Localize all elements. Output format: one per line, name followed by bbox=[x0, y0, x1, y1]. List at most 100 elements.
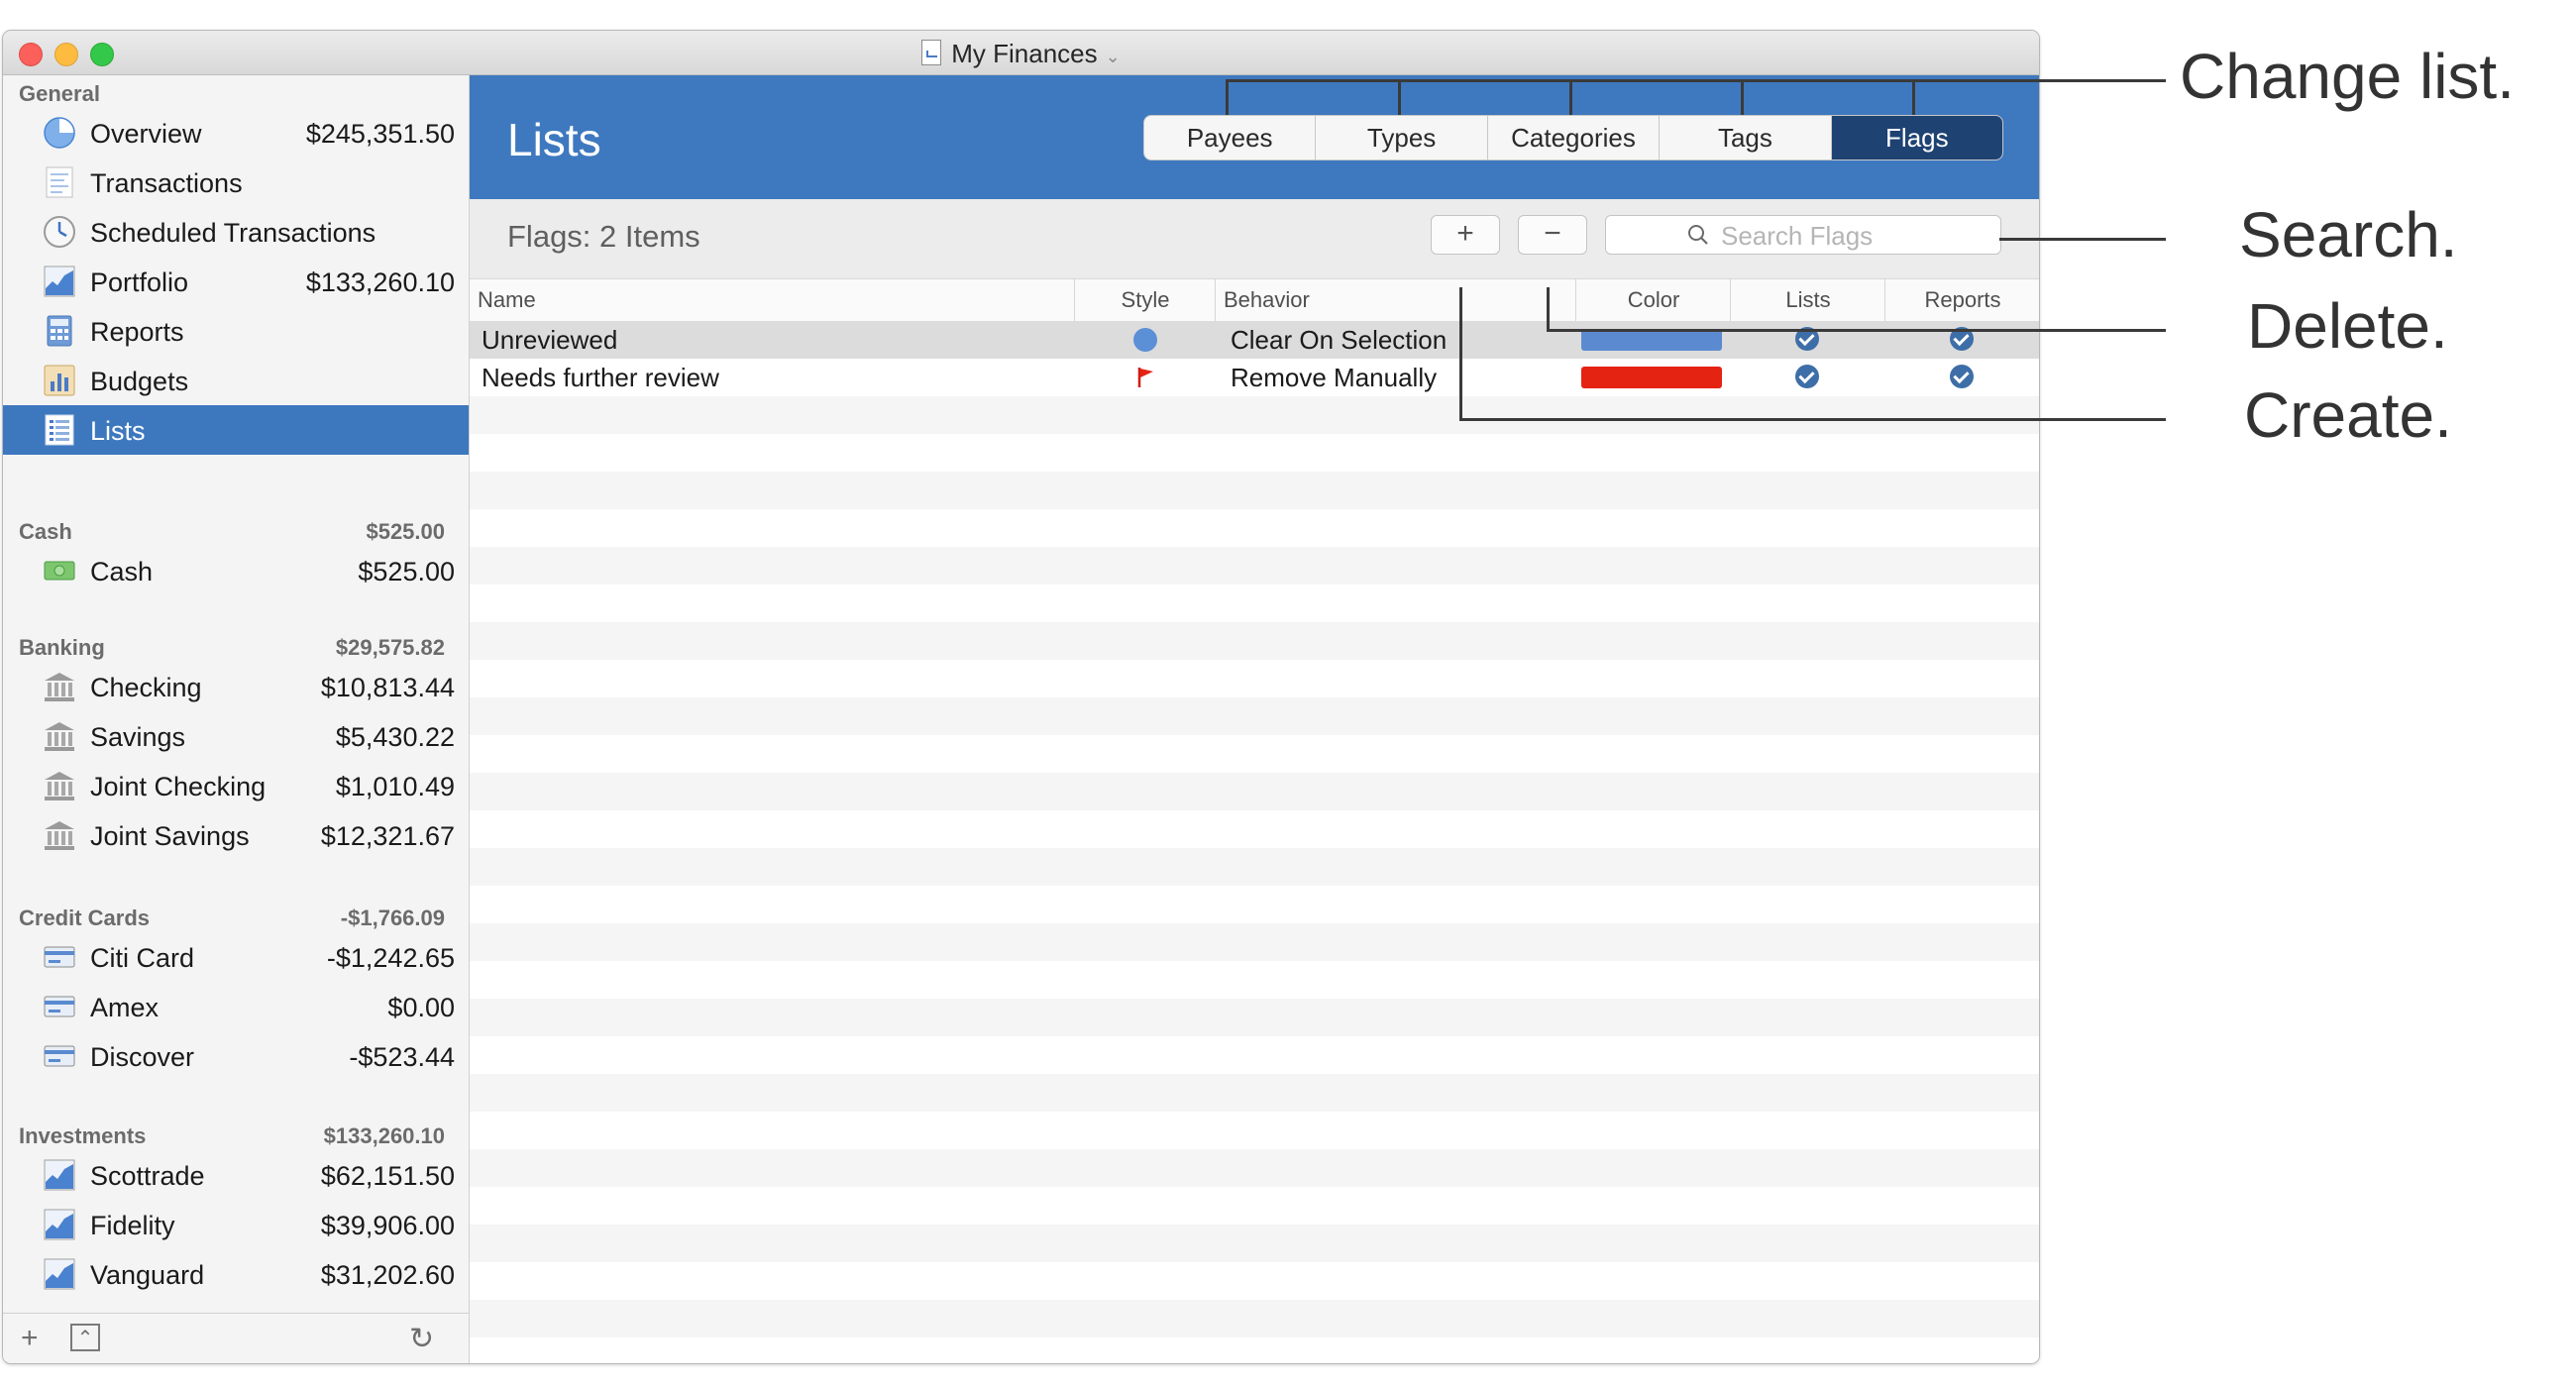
sidebar-item-savings[interactable]: Savings $5,430.22 bbox=[3, 711, 469, 761]
header-banner: Lists Payees Types Categories Tags Flags bbox=[470, 75, 2039, 199]
callout-line bbox=[1547, 287, 1550, 332]
sidebar-item-joint-checking[interactable]: Joint Checking $1,010.49 bbox=[3, 761, 469, 810]
flag-color-swatch[interactable] bbox=[1581, 329, 1722, 351]
flag-color-swatch[interactable] bbox=[1581, 367, 1722, 388]
sidebar-item-cash[interactable]: Cash $525.00 bbox=[3, 546, 469, 595]
refresh-icon[interactable]: ↻ bbox=[409, 1322, 434, 1356]
column-header-style[interactable]: Style bbox=[1074, 279, 1216, 321]
bank-icon bbox=[45, 722, 74, 751]
window-title-text: My Finances bbox=[951, 39, 1098, 68]
search-icon bbox=[1688, 225, 1708, 245]
tab-flags[interactable]: Flags bbox=[1831, 116, 2002, 160]
sidebar-item-label: Fidelity bbox=[90, 1211, 175, 1240]
sidebar-item-overview[interactable]: Overview $245,351.50 bbox=[3, 108, 469, 158]
sidebar-item-checking[interactable]: Checking $10,813.44 bbox=[3, 662, 469, 711]
sidebar-item-vanguard[interactable]: Vanguard $31,202.60 bbox=[3, 1249, 469, 1299]
credit-card-icon bbox=[44, 996, 75, 1017]
flags-table: Unreviewed Clear On Selection Needs furt… bbox=[470, 321, 2039, 1363]
sidebar-item-discover[interactable]: Discover -$523.44 bbox=[3, 1031, 469, 1081]
sidebar-item-fidelity[interactable]: Fidelity $39,906.00 bbox=[3, 1200, 469, 1249]
sidebar-section-cash: Cash bbox=[19, 519, 72, 544]
sidebar-item-citi-card[interactable]: Citi Card -$1,242.65 bbox=[3, 932, 469, 982]
pie-chart-icon bbox=[44, 117, 75, 149]
table-row[interactable]: Unreviewed Clear On Selection bbox=[470, 321, 2039, 359]
sidebar-item-label: Budgets bbox=[90, 367, 189, 396]
flag-behavior: Clear On Selection bbox=[1231, 325, 1448, 355]
sidebar-section-credit-cards: Credit Cards bbox=[19, 906, 151, 930]
sidebar-section-general: General bbox=[19, 81, 100, 106]
sidebar-item-portfolio[interactable]: Portfolio $133,260.10 bbox=[3, 257, 469, 306]
sidebar-item-scheduled-transactions[interactable]: Scheduled Transactions bbox=[3, 207, 469, 257]
sidebar-item-amount: $31,202.60 bbox=[320, 1260, 455, 1290]
table-row[interactable]: Needs further review Remove Manually bbox=[470, 359, 2039, 396]
reports-checkbox[interactable] bbox=[1950, 365, 1974, 388]
list-icon bbox=[45, 414, 74, 446]
app-window: My Finances ⌄ General Overview $245,351.5… bbox=[2, 30, 2040, 1364]
callout-search-text: Search. bbox=[2239, 199, 2458, 270]
callout-line bbox=[1226, 79, 2166, 82]
remove-flag-button[interactable]: − bbox=[1518, 215, 1587, 255]
search-field[interactable] bbox=[1605, 215, 2001, 255]
tab-categories[interactable]: Categories bbox=[1488, 116, 1661, 160]
sidebar: General Overview $245,351.50 Transaction… bbox=[3, 75, 470, 1363]
lists-checkbox[interactable] bbox=[1795, 365, 1819, 388]
sidebar-item-joint-savings[interactable]: Joint Savings $12,321.67 bbox=[3, 810, 469, 860]
tab-tags[interactable]: Tags bbox=[1660, 116, 1832, 160]
tab-types[interactable]: Types bbox=[1316, 116, 1488, 160]
sidebar-item-label: Reports bbox=[90, 317, 184, 347]
tab-payees[interactable]: Payees bbox=[1144, 116, 1317, 160]
callout-delete-text: Delete. bbox=[2247, 290, 2448, 362]
sidebar-section-total: $133,260.10 bbox=[323, 1123, 445, 1148]
sidebar-item-label: Lists bbox=[90, 416, 146, 446]
callout-tick bbox=[1226, 79, 1229, 115]
sidebar-item-label: Overview bbox=[90, 119, 202, 149]
collapse-button[interactable]: ⌃ bbox=[70, 1324, 100, 1351]
callout-tick bbox=[1912, 79, 1915, 115]
sidebar-item-amount: $12,321.67 bbox=[320, 821, 455, 851]
chevron-down-icon: ⌄ bbox=[1105, 47, 1121, 66]
flag-icon bbox=[1137, 368, 1153, 387]
add-flag-button[interactable]: + bbox=[1431, 215, 1500, 255]
list-type-segmented-control: Payees Types Categories Tags Flags bbox=[1143, 115, 2003, 160]
sidebar-item-amount: $0.00 bbox=[387, 993, 455, 1022]
sidebar-item-amount: -$1,242.65 bbox=[326, 943, 455, 973]
sidebar-item-lists[interactable]: Lists bbox=[3, 405, 469, 455]
sidebar-section-total: -$1,766.09 bbox=[340, 906, 445, 930]
column-header-reports[interactable]: Reports bbox=[1884, 279, 2039, 321]
window-title[interactable]: My Finances ⌄ bbox=[3, 39, 2039, 69]
page-title: Lists bbox=[507, 114, 601, 165]
sidebar-item-label: Amex bbox=[90, 993, 160, 1022]
area-chart-icon bbox=[44, 1258, 75, 1290]
search-input[interactable] bbox=[1719, 220, 1990, 252]
sidebar-item-transactions[interactable]: Transactions bbox=[3, 158, 469, 207]
column-header-lists[interactable]: Lists bbox=[1730, 279, 1885, 321]
sidebar-item-budgets[interactable]: Budgets bbox=[3, 356, 469, 405]
sidebar-item-label: Portfolio bbox=[90, 267, 189, 297]
sidebar-item-amex[interactable]: Amex $0.00 bbox=[3, 982, 469, 1031]
bank-icon bbox=[45, 821, 74, 850]
column-header-color[interactable]: Color bbox=[1575, 279, 1731, 321]
sidebar-item-scottrade[interactable]: Scottrade $62,151.50 bbox=[3, 1150, 469, 1200]
bank-icon bbox=[45, 772, 74, 800]
column-header-name[interactable]: Name bbox=[478, 279, 536, 321]
add-account-button[interactable]: + bbox=[21, 1322, 39, 1355]
sidebar-item-label: Joint Checking bbox=[90, 772, 267, 801]
table-header: Name Style Behavior Color Lists Reports bbox=[470, 279, 2039, 322]
flag-behavior: Remove Manually bbox=[1231, 363, 1438, 392]
sidebar-item-label: Joint Savings bbox=[90, 821, 250, 851]
bank-icon bbox=[45, 673, 74, 701]
sidebar-item-label: Vanguard bbox=[90, 1260, 205, 1290]
sidebar-item-label: Savings bbox=[90, 722, 186, 752]
column-header-behavior[interactable]: Behavior bbox=[1215, 279, 1310, 321]
item-count: Flags: 2 Items bbox=[507, 219, 700, 254]
sidebar-item-reports[interactable]: Reports bbox=[3, 306, 469, 356]
ledger-icon bbox=[46, 166, 73, 198]
sidebar-item-amount: $525.00 bbox=[358, 557, 455, 587]
sidebar-item-amount: $39,906.00 bbox=[320, 1211, 455, 1240]
sidebar-item-label: Discover bbox=[90, 1042, 195, 1072]
callout-line bbox=[1999, 238, 2166, 241]
sidebar-item-label: Transactions bbox=[90, 168, 243, 198]
flag-name: Unreviewed bbox=[482, 325, 618, 355]
sidebar-item-amount: $245,351.50 bbox=[305, 119, 455, 149]
clock-icon bbox=[44, 216, 75, 248]
